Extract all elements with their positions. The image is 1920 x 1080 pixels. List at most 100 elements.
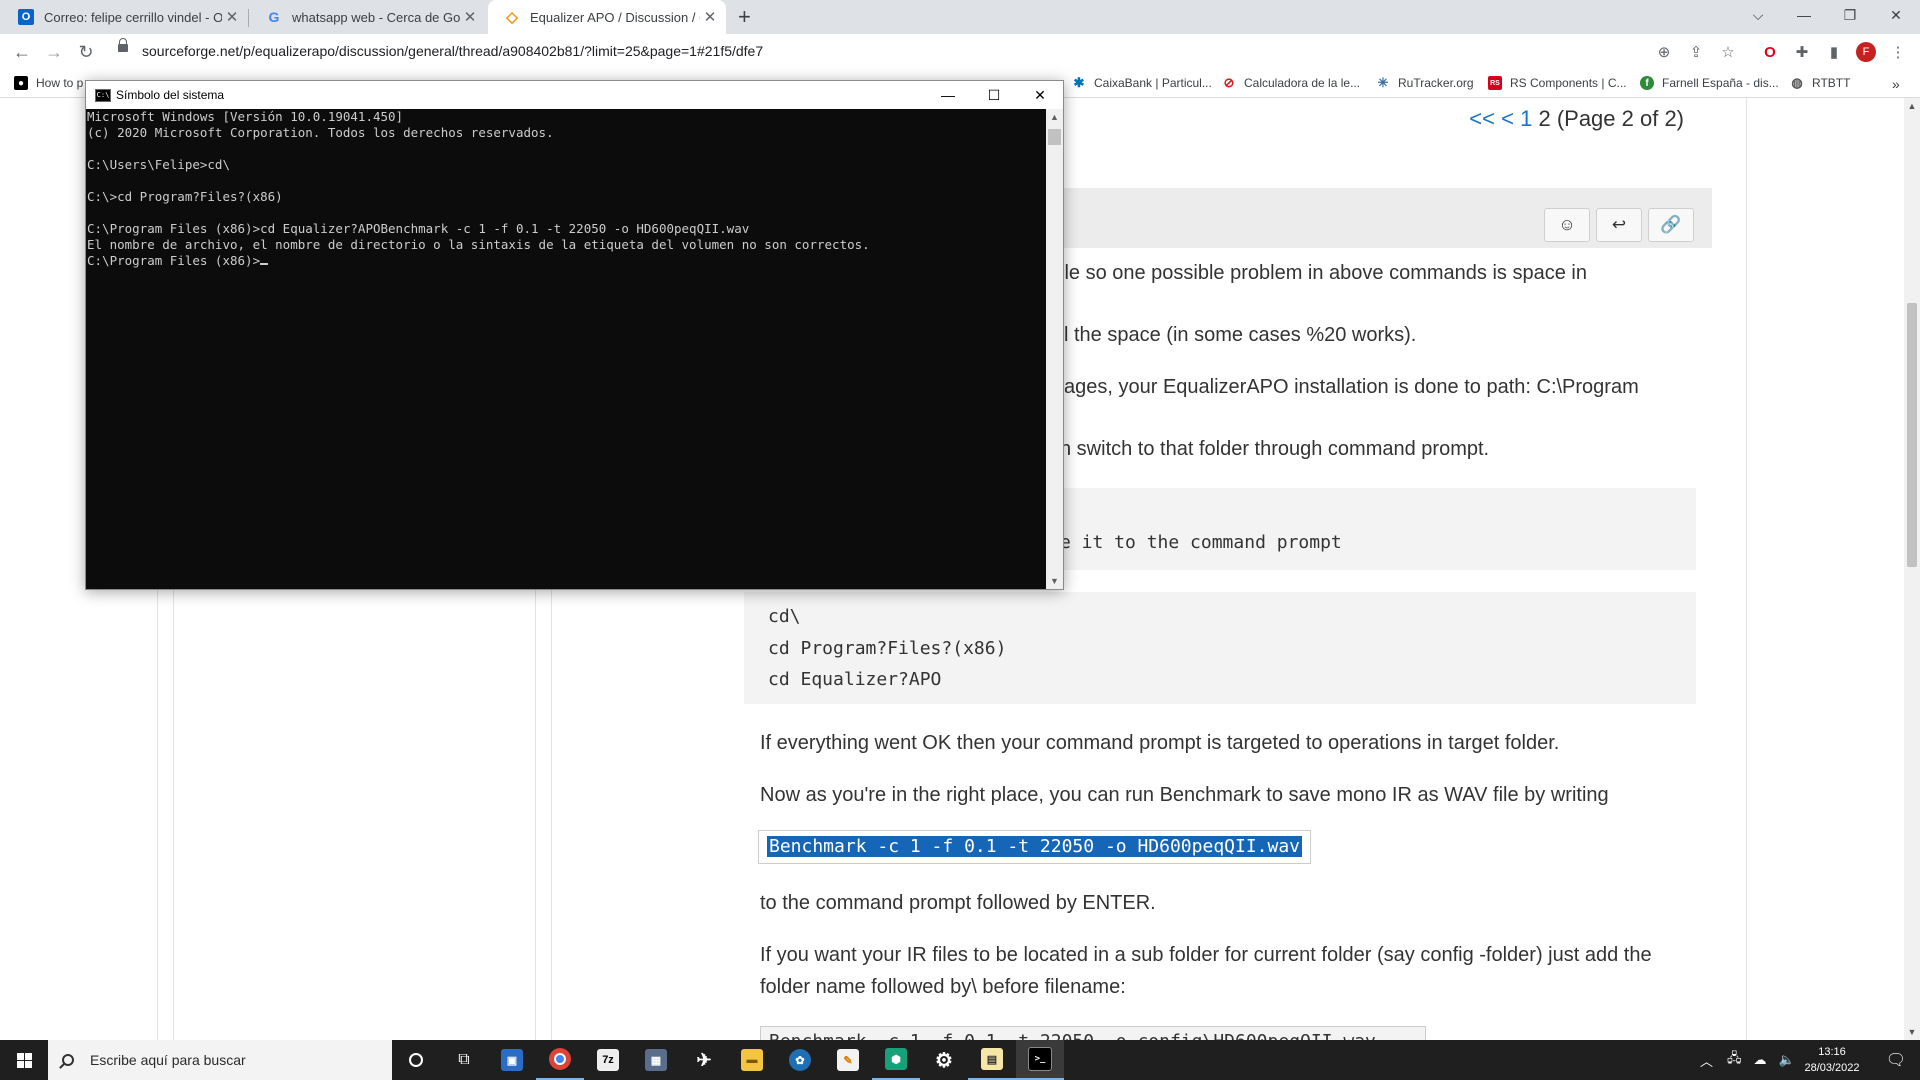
close-icon[interactable]: ✕: [222, 8, 242, 26]
taskbar-calculator[interactable]: ▦: [632, 1040, 680, 1080]
console-line: C:\Program Files (x86)>cd Equalizer?APOB…: [87, 221, 750, 236]
avatar: F: [1856, 42, 1876, 62]
inline-code-selected[interactable]: Benchmark -c 1 -f 0.1 -t 22050 -o HD600p…: [758, 830, 1312, 864]
close-icon[interactable]: ✕: [700, 8, 720, 26]
new-tab-button[interactable]: +: [738, 4, 751, 30]
minimize-button[interactable]: —: [1781, 0, 1827, 30]
pager-prev-link[interactable]: <: [1501, 106, 1514, 131]
scroll-up-icon[interactable]: ▲: [1904, 98, 1920, 114]
bookmark-rutracker[interactable]: ✳ RuTracker.org: [1376, 75, 1474, 90]
bookmark-farnell[interactable]: f Farnell España - dis...: [1640, 76, 1779, 90]
code-line: Benchmark -c 1 -f 0.1 -t 22050 -o config…: [769, 1031, 1376, 1040]
scroll-down-icon[interactable]: ▼: [1904, 1024, 1920, 1040]
cmd-titlebar[interactable]: C:\ Símbolo del sistema — ☐ ✕: [86, 81, 1063, 109]
tab-sourceforge[interactable]: ◇ Equalizer APO / Discussion / Gen ✕: [488, 0, 726, 34]
scrollbar-thumb[interactable]: [1048, 129, 1061, 145]
taskbar-notes[interactable]: ▤: [968, 1040, 1016, 1080]
taskbar-notepad[interactable]: ✎: [824, 1040, 872, 1080]
notification-icon: 🗨: [1885, 1052, 1907, 1069]
bookmark-caixabank[interactable]: ✱ CaixaBank | Particul...: [1072, 75, 1212, 90]
clock[interactable]: 13:16 28/03/2022: [1792, 1044, 1872, 1076]
tab-outlook[interactable]: O Correo: felipe cerrillo vindel - Ou ✕: [2, 0, 248, 34]
bookmark-rscomponents[interactable]: RS RS Components | C...: [1488, 76, 1627, 90]
sidepanel-icon[interactable]: ▮: [1824, 42, 1844, 62]
permalink-button[interactable]: 🔗: [1648, 208, 1694, 242]
cmd-maximize-button[interactable]: ☐: [971, 81, 1017, 109]
share-icon[interactable]: ⇪: [1686, 42, 1706, 62]
inline-code: Benchmark -c 1 -f 0.1 -t 22050 -o config…: [760, 1026, 1426, 1040]
bookmark-star-icon[interactable]: ☆: [1718, 42, 1738, 62]
cmd-title: Símbolo del sistema: [116, 88, 225, 102]
folder-icon: ▬: [741, 1049, 763, 1071]
cmd-scrollbar[interactable]: ▲ ▼: [1046, 109, 1063, 589]
taskbar-cmd[interactable]: >_: [1016, 1040, 1064, 1080]
pager-first-link[interactable]: <<: [1469, 106, 1495, 131]
task-view-button[interactable]: ⧉: [440, 1040, 488, 1080]
cmd-console[interactable]: Microsoft Windows [Versión 10.0.19041.45…: [86, 109, 1046, 589]
post-paragraph: ages, your EqualizerAPO installation is …: [1064, 376, 1639, 398]
scroll-up-icon[interactable]: ▲: [1046, 109, 1063, 125]
console-line: El nombre de archivo, el nombre de direc…: [87, 237, 870, 252]
console-line: C:\Users\Felipe>cd\: [87, 157, 230, 172]
post-paragraph: to the command prompt followed by ENTER.: [760, 892, 1156, 914]
menu-icon[interactable]: ⋮: [1888, 42, 1908, 62]
close-icon[interactable]: ✕: [460, 8, 480, 26]
tab-search-button[interactable]: ⌵: [1735, 0, 1781, 30]
farnell-icon: f: [1640, 76, 1654, 90]
taskbar-paw-app[interactable]: ✿: [776, 1040, 824, 1080]
taskbar-search[interactable]: Escribe aquí para buscar: [48, 1040, 392, 1080]
extensions-icon[interactable]: ✚: [1792, 42, 1812, 62]
scrollbar-thumb[interactable]: [1907, 303, 1917, 567]
lock-icon[interactable]: [118, 38, 128, 52]
tab-google[interactable]: G whatsapp web - Cerca de Google ✕: [250, 0, 486, 34]
outlook-icon: O: [18, 9, 34, 25]
cloud-icon[interactable]: ☁: [1754, 1052, 1767, 1068]
back-button[interactable]: ←: [10, 40, 34, 64]
taskbar-7zip[interactable]: 7z: [584, 1040, 632, 1080]
store-icon: ▣: [501, 1049, 523, 1071]
taskbar-explorer[interactable]: ▬: [728, 1040, 776, 1080]
bookmark-rtbtt[interactable]: ◍ RTBTT: [1790, 75, 1850, 90]
post-paragraph: n switch to that folder through command …: [1060, 438, 1490, 460]
start-button[interactable]: [0, 1040, 48, 1080]
bookmark-label: RuTracker.org: [1398, 76, 1474, 90]
code-block: cd\ cd Program?Files?(x86) cd Equalizer?…: [744, 592, 1696, 704]
address-bar[interactable]: sourceforge.net/p/equalizerapo/discussio…: [142, 43, 763, 59]
cmd-close-button[interactable]: ✕: [1017, 81, 1063, 109]
bookmark-label: CaixaBank | Particul...: [1094, 76, 1212, 90]
taskbar-settings[interactable]: ⚙: [920, 1040, 968, 1080]
cmd-minimize-button[interactable]: —: [925, 81, 971, 109]
pager-page1-link[interactable]: 1: [1520, 106, 1532, 131]
cortana-icon: [409, 1053, 423, 1067]
opera-icon[interactable]: O: [1760, 42, 1780, 62]
bookmark-howto[interactable]: ● How to p: [14, 76, 83, 90]
medium-icon: ●: [14, 76, 28, 90]
taskbar-chrome[interactable]: [536, 1040, 584, 1080]
paw-icon: ✿: [789, 1049, 811, 1071]
taskbar-vpn[interactable]: ⬢: [872, 1040, 920, 1080]
taskbar-store[interactable]: ▣: [488, 1040, 536, 1080]
reply-button[interactable]: ↩: [1596, 208, 1642, 242]
network-icon[interactable]: 🖧: [1727, 1049, 1742, 1071]
taskbar: Escribe aquí para buscar ⧉ ▣ 7z ▦ ✈ ▬ ✿ …: [0, 1040, 1920, 1080]
calculator-icon: ▦: [645, 1049, 667, 1071]
bookmarks-overflow-button[interactable]: »: [1892, 76, 1900, 92]
notifications-button[interactable]: 🗨: [1872, 1040, 1920, 1080]
react-button[interactable]: ☺: [1544, 208, 1590, 242]
bookmark-calculadora[interactable]: ⊘ Calculadora de la le...: [1222, 75, 1361, 90]
link-icon: 🔗: [1660, 215, 1682, 234]
taskbar-app[interactable]: ✈: [680, 1040, 728, 1080]
cmd-window[interactable]: C:\ Símbolo del sistema — ☐ ✕ Microsoft …: [85, 80, 1064, 590]
close-window-button[interactable]: ✕: [1873, 0, 1919, 30]
reload-button[interactable]: ↻: [74, 40, 98, 64]
cortana-button[interactable]: [392, 1040, 440, 1080]
profile-avatar[interactable]: F: [1856, 42, 1876, 62]
zoom-icon[interactable]: ⊕: [1654, 42, 1674, 62]
forward-button[interactable]: →: [42, 40, 66, 64]
scroll-down-icon[interactable]: ▼: [1046, 573, 1063, 589]
chevron-up-icon[interactable]: ︿: [1700, 1051, 1713, 1070]
restore-button[interactable]: ❐: [1827, 0, 1873, 30]
bookmark-label: How to p: [36, 76, 84, 90]
bookmark-label: Calculadora de la le...: [1244, 76, 1361, 90]
page-scrollbar[interactable]: ▲ ▼: [1904, 98, 1920, 1040]
